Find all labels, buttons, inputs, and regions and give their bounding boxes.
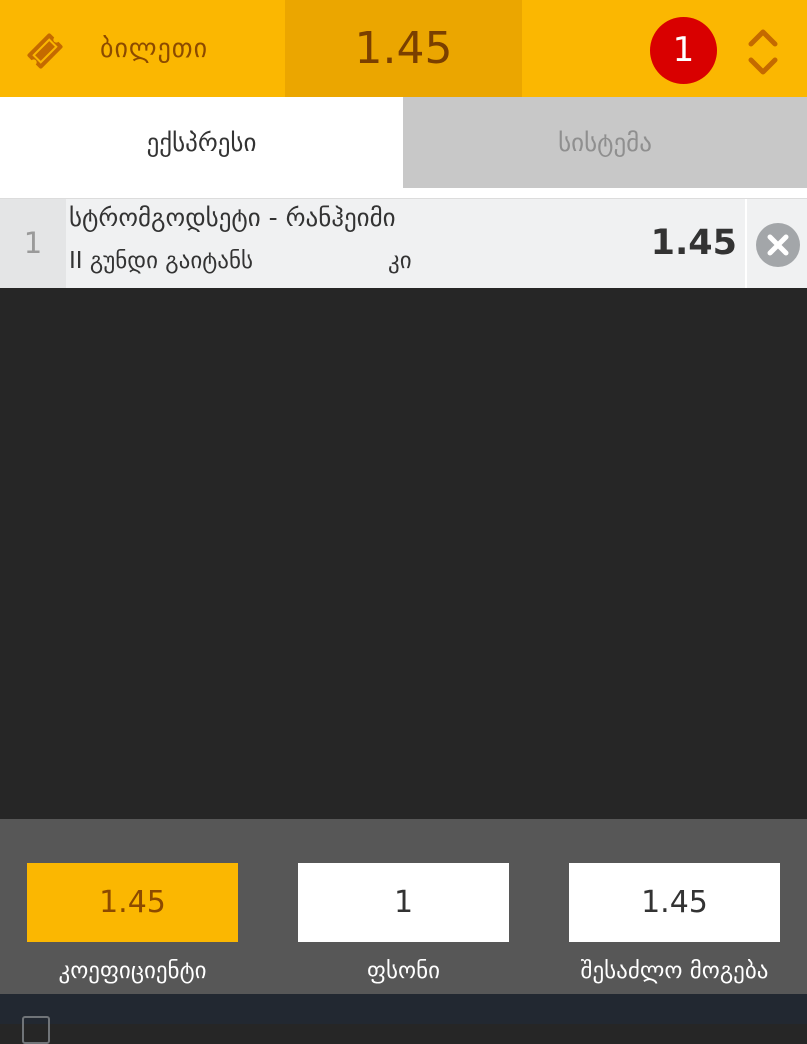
bottom-bar <box>0 994 807 1044</box>
betslip-title: ბილეთი <box>100 34 209 64</box>
bet-odds: 1.45 <box>650 223 737 263</box>
bet-index: 1 <box>0 199 66 288</box>
possible-win-label: შესაძლო მოგება <box>580 958 769 984</box>
bet-row[interactable]: 1 სტრომგოდსეტი - რანჰეიმი II გუნდი გაიტა… <box>0 198 807 288</box>
betslip-footer: 1.45 1 1.45 კოეფიციენტი ფსონი შესაძლო მო… <box>0 819 807 994</box>
tab-express[interactable]: ექსპრესი <box>0 97 403 188</box>
betslip-header[interactable]: ბილეთი 1.45 1 <box>0 0 807 97</box>
tabs-divider <box>0 188 807 198</box>
option-checkbox[interactable] <box>22 1016 50 1044</box>
stake-label: ფსონი <box>367 958 440 984</box>
coefficient-value: 1.45 <box>27 863 238 942</box>
total-odds: 1.45 <box>285 0 522 97</box>
bet-match-name: სტრომგოდსეტი - რანჰეიმი <box>69 203 396 232</box>
possible-win-value: 1.45 <box>569 863 780 942</box>
close-circle-icon[interactable] <box>755 222 801 268</box>
expand-collapse-icon[interactable] <box>745 26 781 78</box>
bet-market: II გუნდი გაიტანს <box>69 248 254 274</box>
stake-input[interactable]: 1 <box>298 863 509 942</box>
bet-type-tabs: ექსპრესი სისტემა <box>0 97 807 188</box>
ticket-icon <box>27 33 63 69</box>
bet-pick: კი <box>388 248 412 274</box>
bet-count-badge: 1 <box>650 17 717 84</box>
bet-row-divider <box>745 199 747 288</box>
coefficient-label: კოეფიციენტი <box>58 958 207 984</box>
tab-system[interactable]: სისტემა <box>403 97 807 188</box>
